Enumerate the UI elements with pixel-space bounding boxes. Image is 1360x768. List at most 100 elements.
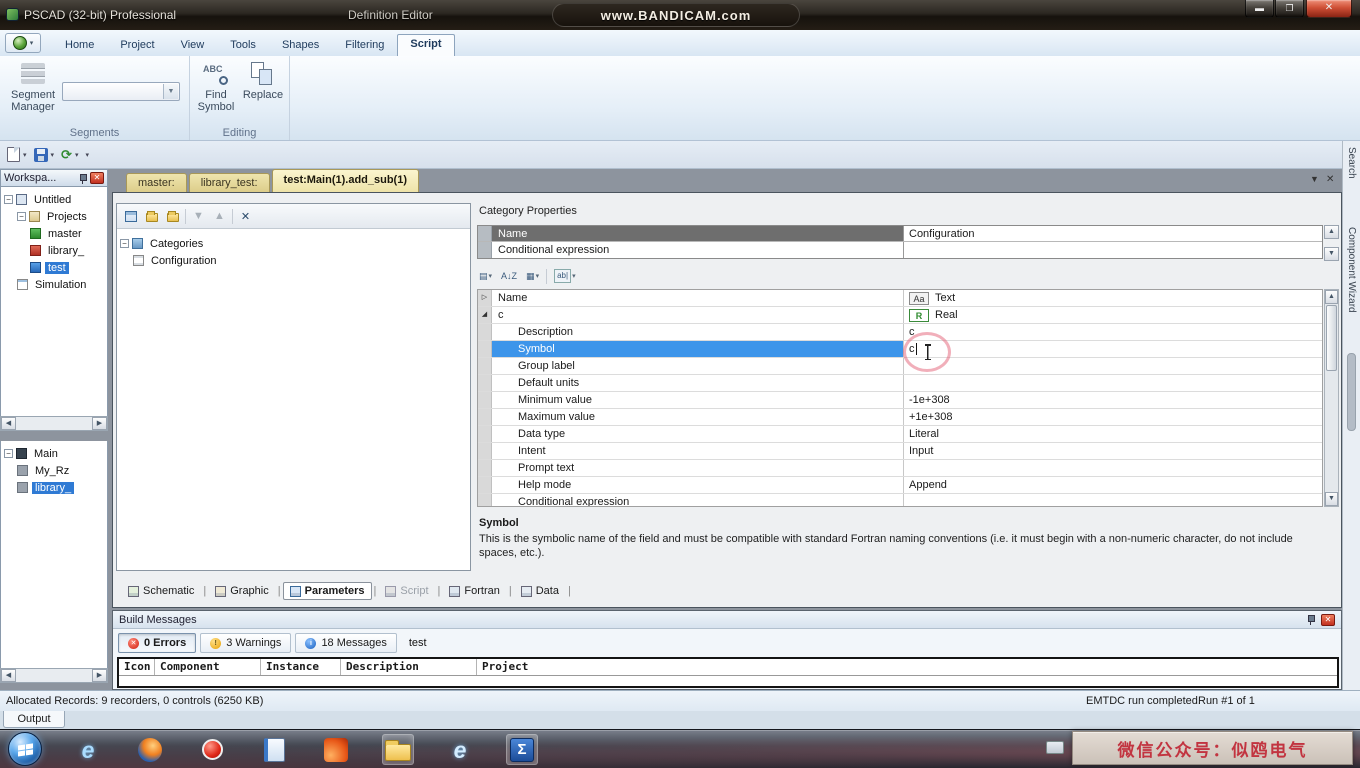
component-item-library[interactable]: library_ xyxy=(1,479,107,496)
build-messages-close-icon[interactable]: ✕ xyxy=(1321,613,1335,626)
minimize-button[interactable]: ▬ xyxy=(1245,0,1274,18)
chevron-down-icon[interactable]: ▼ xyxy=(163,84,178,99)
property-name[interactable]: Name xyxy=(492,226,904,241)
component-wizard-panel-tab[interactable]: Component Wizard xyxy=(1346,227,1357,313)
property-value[interactable]: Configuration xyxy=(904,226,1322,241)
tree-expander-icon[interactable]: − xyxy=(4,195,13,204)
matlab-icon[interactable] xyxy=(320,734,352,765)
filter-0-errors[interactable]: ✕ 0 Errors xyxy=(118,633,197,653)
tree-expander-icon[interactable]: − xyxy=(17,212,26,221)
tree-expander-icon[interactable]: − xyxy=(4,449,13,458)
toolbar-options-icon[interactable]: ▾ xyxy=(85,151,89,159)
scrollbar-thumb[interactable] xyxy=(1347,353,1356,431)
scroll-up-icon[interactable]: ▲ xyxy=(1324,225,1339,239)
tab-schematic[interactable]: Schematic xyxy=(121,582,201,600)
workspace-item-master[interactable]: master xyxy=(1,225,107,242)
tab-fortran[interactable]: Fortran xyxy=(442,582,506,600)
ribbon-tab-filtering[interactable]: Filtering xyxy=(332,35,397,56)
internet-explorer-2-icon[interactable]: e xyxy=(444,734,476,765)
refresh-icon[interactable]: ⟳ xyxy=(61,147,72,162)
ribbon-tab-project[interactable]: Project xyxy=(107,35,167,56)
output-tab[interactable]: Output xyxy=(3,711,65,728)
scrollbar-track[interactable] xyxy=(1325,372,1338,492)
property-grid-scrollbar[interactable]: ▲ ▼ xyxy=(1324,289,1339,507)
workspace-close-icon[interactable]: ✕ xyxy=(90,172,104,184)
component-item-main[interactable]: − Main xyxy=(1,445,107,462)
property-value[interactable]: -1e+308 xyxy=(904,392,1322,408)
add-field-icon[interactable]: ab| ▾ xyxy=(552,268,578,285)
add-category-icon[interactable] xyxy=(122,208,139,225)
scroll-left-icon[interactable]: ◀ xyxy=(1,669,16,682)
workspace-item-projects[interactable]: − Projects xyxy=(1,208,107,225)
tab-parameters[interactable]: Parameters xyxy=(282,582,372,600)
property-name[interactable]: Description xyxy=(492,324,904,340)
chevron-down-icon[interactable]: ▾ xyxy=(23,151,27,159)
new-file-icon[interactable] xyxy=(7,147,20,162)
property-value[interactable] xyxy=(904,375,1322,391)
property-value[interactable]: R Real xyxy=(904,307,1322,323)
insert-category-after-icon[interactable] xyxy=(164,208,181,225)
property-name[interactable]: Default units xyxy=(492,375,904,391)
pin-icon[interactable] xyxy=(1306,614,1315,625)
property-value[interactable]: Literal xyxy=(904,426,1322,442)
scroll-down-icon[interactable]: ▼ xyxy=(1325,492,1338,506)
categorized-view-icon[interactable]: ▤ ▾ xyxy=(477,268,494,285)
scroll-up-icon[interactable]: ▲ xyxy=(1325,290,1338,304)
row-expander-icon[interactable]: ◢ xyxy=(478,307,492,323)
sort-az-icon[interactable]: A↓Z xyxy=(499,268,519,285)
notebook-icon[interactable] xyxy=(258,734,290,765)
scroll-left-icon[interactable]: ◀ xyxy=(1,417,16,430)
property-value[interactable]: Append xyxy=(904,477,1322,493)
scroll-right-icon[interactable]: ▶ xyxy=(92,669,107,682)
tab-data[interactable]: Data xyxy=(514,582,566,600)
chevron-down-icon[interactable]: ▾ xyxy=(75,151,79,159)
workspace-item-simulation[interactable]: Simulation xyxy=(1,276,107,293)
workspace-hscrollbar[interactable]: ◀ ▶ xyxy=(0,416,108,431)
property-name[interactable]: Minimum value xyxy=(492,392,904,408)
property-value[interactable]: Aa Text xyxy=(904,290,1322,306)
column-header-instance[interactable]: Instance xyxy=(261,659,341,675)
property-value[interactable]: +1e+308 xyxy=(904,409,1322,425)
property-name[interactable]: Help mode xyxy=(492,477,904,493)
insert-category-before-icon[interactable] xyxy=(143,208,160,225)
category-item-configuration[interactable]: Configuration xyxy=(117,252,470,269)
maximize-button[interactable]: ❐ xyxy=(1275,0,1304,18)
pscad-sigma-icon[interactable]: Σ xyxy=(506,734,538,765)
property-name[interactable]: Maximum value xyxy=(492,409,904,425)
property-value[interactable] xyxy=(904,242,1322,258)
segment-manager-button[interactable]: Segment Manager xyxy=(7,60,59,113)
filter-3-warnings[interactable]: ! 3 Warnings xyxy=(200,633,292,653)
property-name[interactable]: Group label xyxy=(492,358,904,374)
firefox-icon[interactable] xyxy=(134,734,166,765)
internet-explorer-icon[interactable]: e xyxy=(72,734,104,765)
property-name[interactable]: Conditional expression xyxy=(492,494,904,506)
tab-list-icon[interactable]: ▼ xyxy=(1310,174,1319,184)
component-tree-hscrollbar[interactable]: ◀ ▶ xyxy=(0,668,108,683)
bandicam-record-icon[interactable] xyxy=(196,734,228,765)
filter-18-messages[interactable]: i 18 Messages xyxy=(295,633,397,653)
property-value[interactable] xyxy=(904,494,1322,506)
property-value[interactable]: Input xyxy=(904,443,1322,459)
move-down-icon[interactable]: ▼ xyxy=(190,208,207,225)
property-value[interactable] xyxy=(904,460,1322,476)
move-up-icon[interactable]: ▲ xyxy=(211,208,228,225)
tree-expander-icon[interactable]: − xyxy=(120,239,129,248)
scrollbar-thumb[interactable] xyxy=(1326,305,1337,371)
property-name[interactable]: Data type xyxy=(492,426,904,442)
category-item-categories[interactable]: − Categories xyxy=(117,235,470,252)
scroll-down-icon[interactable]: ▼ xyxy=(1324,247,1339,261)
property-name[interactable]: Symbol xyxy=(492,341,904,357)
close-document-icon[interactable]: ✕ xyxy=(1326,174,1334,185)
replace-button[interactable]: Replace xyxy=(240,60,286,101)
column-header-project[interactable]: Project xyxy=(477,659,1337,675)
save-icon[interactable] xyxy=(33,147,48,162)
scroll-right-icon[interactable]: ▶ xyxy=(92,417,107,430)
workspace-item-test[interactable]: test xyxy=(1,259,107,276)
property-name[interactable]: Prompt text xyxy=(492,460,904,476)
document-tab-master[interactable]: master: xyxy=(126,173,187,192)
find-symbol-button[interactable]: ABC Find Symbol xyxy=(194,60,238,113)
close-button[interactable]: ✕ xyxy=(1306,0,1352,18)
property-name[interactable]: Name xyxy=(492,290,904,306)
application-menu-button[interactable]: ▾ xyxy=(5,33,41,53)
header-table-scrollbar[interactable]: ▲ ▼ xyxy=(1324,225,1339,261)
